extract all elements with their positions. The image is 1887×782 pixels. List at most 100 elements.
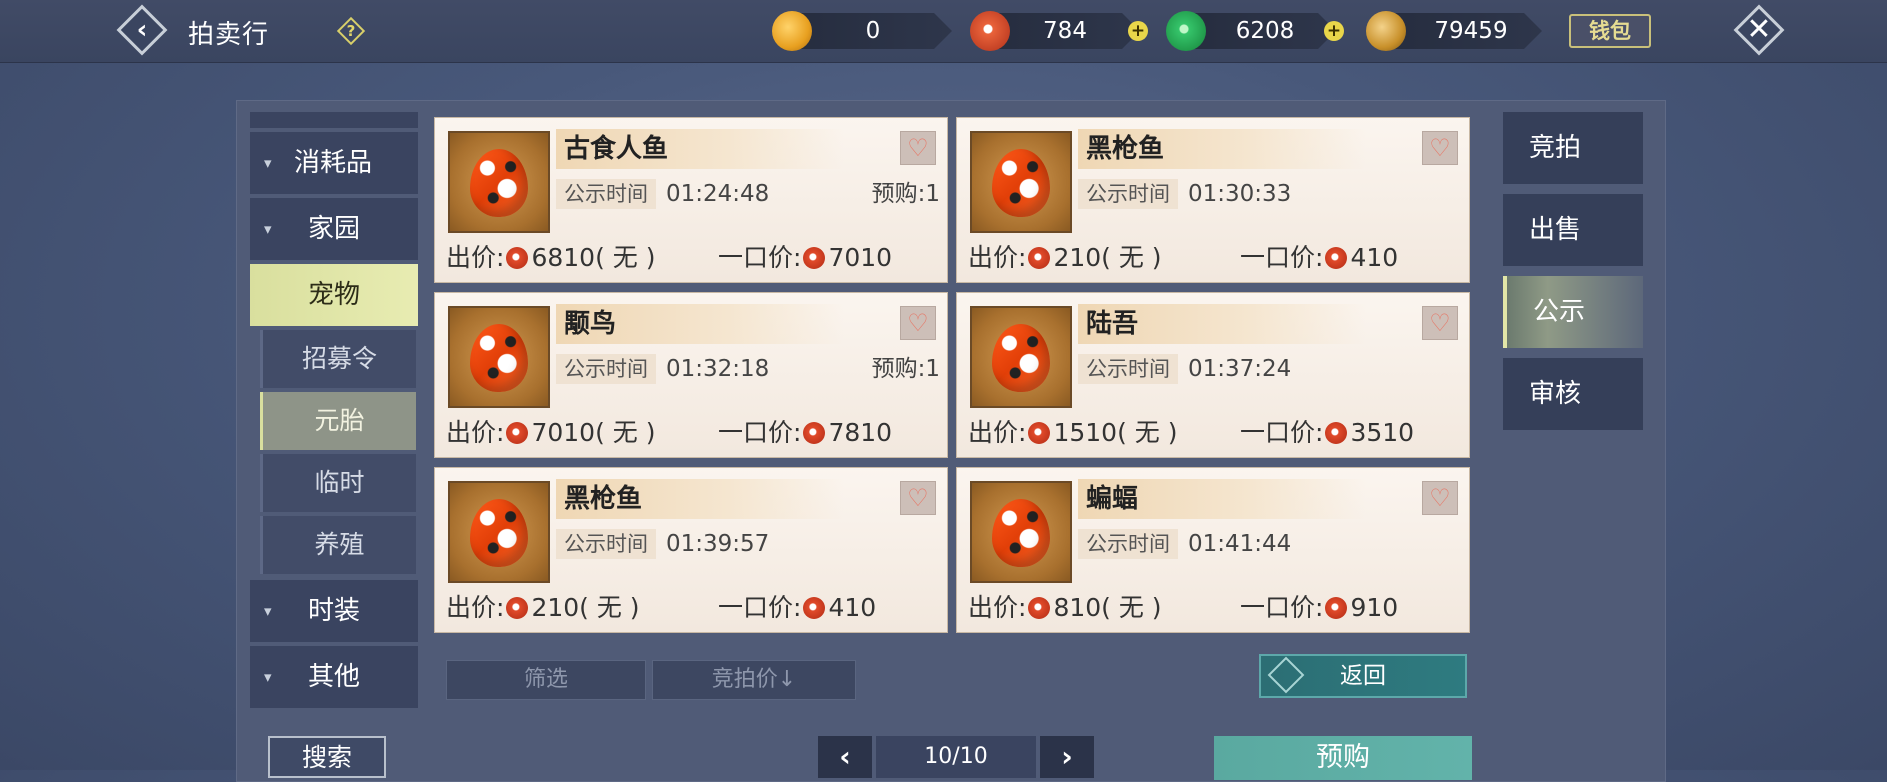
- pet-egg-thumbnail: [970, 306, 1072, 408]
- buyout-label: 一口价:: [718, 593, 802, 622]
- red-coin-icon: [803, 422, 826, 444]
- add-jade-coin-button[interactable]: +: [1324, 21, 1344, 41]
- red-coin-icon: [506, 247, 529, 269]
- close-button[interactable]: ✕: [1733, 4, 1785, 56]
- help-button[interactable]: ?: [336, 16, 366, 46]
- red-coin-icon: [506, 422, 529, 444]
- heart-icon[interactable]: ♡: [900, 481, 936, 515]
- search-button[interactable]: 搜索: [268, 736, 386, 778]
- currency-value: 79459: [1434, 18, 1508, 44]
- prebuy-button[interactable]: 预购: [1214, 736, 1472, 780]
- tab-auction[interactable]: 竞拍: [1503, 112, 1643, 184]
- bid-price: 出价: 7010( 无 ): [446, 416, 655, 450]
- bid-label: 出价:: [446, 593, 505, 622]
- category-label: 其他: [308, 662, 361, 692]
- subcategory-recruit[interactable]: 招募令: [260, 330, 416, 388]
- pagination: ‹ 10/10 ›: [818, 736, 1094, 778]
- back-button[interactable]: ‹: [116, 4, 168, 56]
- wallet-button[interactable]: 钱包: [1569, 14, 1651, 48]
- bid-price: 出价: 1510( 无 ): [968, 416, 1177, 450]
- listing-card[interactable]: 陆吾 ♡ 公示时间 01:37:24 出价: 1510( 无 ) 一口价: 3510: [956, 292, 1470, 458]
- bid-label: 出价:: [968, 418, 1027, 447]
- chevron-down-icon: ▾: [264, 220, 272, 238]
- buyout-price: 一口价: 410: [1240, 241, 1398, 275]
- red-coin-icon: [1028, 597, 1051, 619]
- currency-gold-coin: 79459: [1366, 11, 1542, 51]
- chevron-down-icon: ▾: [264, 154, 272, 172]
- publicity-time-label: 公示时间: [556, 529, 656, 559]
- publicity-time-label: 公示时间: [556, 354, 656, 384]
- publicity-time-value: 01:37:24: [1188, 356, 1292, 382]
- buyout-value: 910: [1350, 593, 1399, 622]
- prebuy-value: 1: [925, 181, 940, 207]
- listing-card[interactable]: 蝙蝠 ♡ 公示时间 01:41:44 出价: 810( 无 ) 一口价: 910: [956, 467, 1470, 633]
- subcategory-breeding[interactable]: 养殖: [260, 516, 416, 574]
- pet-egg-thumbnail: [448, 306, 550, 408]
- filter-button[interactable]: 筛选: [446, 660, 646, 700]
- currency-jade-coin: 6208 +: [1166, 11, 1344, 51]
- next-page-button[interactable]: ›: [1040, 736, 1094, 778]
- category-home[interactable]: ▾ 家园: [250, 198, 418, 260]
- tab-publicity[interactable]: 公示: [1503, 276, 1643, 348]
- bid-price: 出价: 210( 无 ): [968, 241, 1162, 275]
- bid-value: 6810: [531, 243, 596, 272]
- category-fashion[interactable]: ▾ 时装: [250, 580, 418, 642]
- bid-price: 出价: 810( 无 ): [968, 591, 1162, 625]
- add-red-coin-button[interactable]: +: [1128, 21, 1148, 41]
- category-consumables[interactable]: ▾ 消耗品: [250, 132, 418, 194]
- buyout-label: 一口价:: [1240, 243, 1324, 272]
- publicity-time-label: 公示时间: [1078, 179, 1178, 209]
- buyout-price: 一口价: 910: [1240, 591, 1398, 625]
- listing-card[interactable]: 古食人鱼 ♡ 公示时间 01:24:48 预购:1 出价: 6810( 无 ) 一…: [434, 117, 948, 283]
- return-button[interactable]: 返回: [1259, 654, 1467, 698]
- heart-icon[interactable]: ♡: [1422, 306, 1458, 340]
- category-label: 家园: [308, 214, 361, 244]
- bid-label: 出价:: [968, 243, 1027, 272]
- currency-gold-ingot: 0: [772, 11, 952, 51]
- return-label: 返回: [1340, 663, 1386, 689]
- listing-card[interactable]: 黑枪鱼 ♡ 公示时间 01:30:33 出价: 210( 无 ) 一口价: 410: [956, 117, 1470, 283]
- bid-none: ( 无 ): [595, 243, 656, 272]
- tab-sell[interactable]: 出售: [1503, 194, 1643, 266]
- red-coin-icon: [803, 247, 826, 269]
- chevron-down-icon: ▾: [264, 602, 272, 620]
- heart-icon[interactable]: ♡: [1422, 481, 1458, 515]
- red-coin-icon: [1325, 422, 1348, 444]
- bid-label: 出价:: [446, 243, 505, 272]
- prev-page-button[interactable]: ‹: [818, 736, 872, 778]
- bid-none: ( 无 ): [1117, 418, 1178, 447]
- prebuy-label: 预购:: [871, 181, 926, 207]
- subcategory-temporary[interactable]: 临时: [260, 454, 416, 512]
- category-pets[interactable]: 宠物: [250, 264, 418, 326]
- buyout-value: 410: [828, 593, 877, 622]
- subcategory-embryo[interactable]: 元胎: [260, 392, 416, 450]
- jade-coin-icon: [1166, 11, 1206, 51]
- bid-value: 810: [1053, 593, 1102, 622]
- category-other[interactable]: ▾ 其他: [250, 646, 418, 708]
- heart-icon[interactable]: ♡: [1422, 131, 1458, 165]
- buyout-price: 一口价: 3510: [1240, 416, 1414, 450]
- publicity-time-value: 01:41:44: [1188, 531, 1292, 557]
- buyout-value: 3510: [1350, 418, 1415, 447]
- heart-icon[interactable]: ♡: [900, 131, 936, 165]
- bid-value: 210: [531, 593, 580, 622]
- pet-egg-thumbnail: [970, 131, 1072, 233]
- sort-bid-price-button[interactable]: 竞拍价↓: [652, 660, 856, 700]
- bid-price: 出价: 6810( 无 ): [446, 241, 655, 275]
- tab-review[interactable]: 审核: [1503, 358, 1643, 430]
- bid-none: ( 无 ): [1101, 593, 1162, 622]
- buyout-value: 410: [1350, 243, 1399, 272]
- buyout-price: 一口价: 7810: [718, 416, 892, 450]
- listing-card[interactable]: 颙鸟 ♡ 公示时间 01:32:18 预购:1 出价: 7010( 无 ) 一口价…: [434, 292, 948, 458]
- heart-icon[interactable]: ♡: [900, 306, 936, 340]
- listing-card[interactable]: 黑枪鱼 ♡ 公示时间 01:39:57 出价: 210( 无 ) 一口价: 410: [434, 467, 948, 633]
- currency-value: 6208: [1235, 18, 1295, 44]
- prebuy-value: 1: [925, 356, 940, 382]
- buyout-value: 7010: [828, 243, 893, 272]
- listing-name: 黑枪鱼: [1078, 129, 1366, 169]
- publicity-time-value: 01:32:18: [666, 356, 770, 382]
- filter-bar: 筛选 竞拍价↓: [446, 660, 858, 702]
- red-coin-icon: [970, 11, 1010, 51]
- sidebar-scroll-top: [250, 112, 418, 128]
- category-label: 时装: [308, 596, 361, 626]
